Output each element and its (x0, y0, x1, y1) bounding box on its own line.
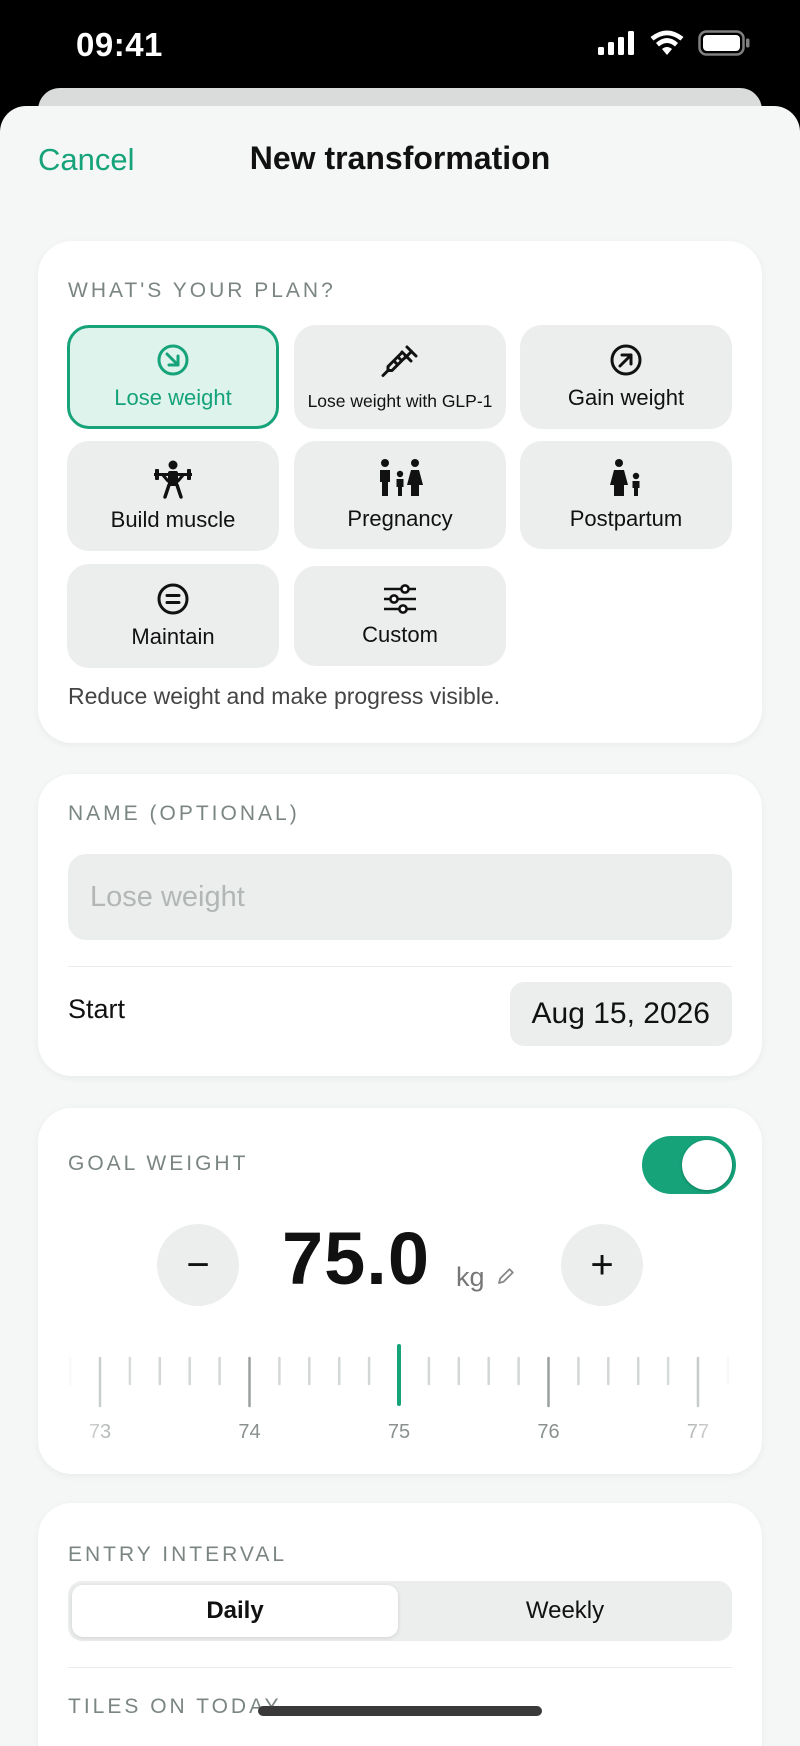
status-bar: 09:41 (0, 0, 800, 96)
goal-weight-unit: kg (456, 1262, 485, 1292)
pencil-icon[interactable] (496, 1266, 516, 1286)
start-label: Start (68, 994, 126, 1024)
plan-option-lose-weight[interactable]: Lose weight (67, 325, 279, 429)
page-title: New transformation (249, 140, 551, 176)
goal-weight-value[interactable]: 75.0 (282, 1216, 430, 1301)
plan-option-custom[interactable]: Custom (294, 566, 506, 666)
divider (68, 1667, 732, 1668)
plan-option-build-muscle[interactable]: Build muscle (67, 441, 279, 551)
divider (68, 966, 732, 967)
increase-weight-button[interactable]: + (561, 1224, 643, 1306)
name-input[interactable] (68, 854, 732, 940)
ruler-label: 75 (388, 1421, 410, 1443)
decrease-weight-button[interactable]: − (157, 1224, 239, 1306)
plan-option-label: Gain weight (567, 385, 685, 410)
goal-section-label: GOAL WEIGHT (68, 1152, 249, 1175)
ruler-label: 73 (89, 1421, 111, 1443)
ruler-label: 76 (537, 1421, 559, 1443)
start-date-picker[interactable]: Aug 15, 2026 (509, 982, 732, 1046)
wifi-icon (650, 30, 684, 55)
sliders-icon (384, 584, 416, 614)
plan-option-label: Postpartum (569, 506, 683, 531)
name-card: NAME (OPTIONAL) Start Aug 15, 2026 (38, 774, 762, 1076)
status-icons (598, 30, 750, 56)
plan-option-label: Maintain (131, 624, 215, 649)
plan-option-pregnancy[interactable]: Pregnancy (294, 441, 506, 549)
ruler-label: 74 (238, 1421, 260, 1443)
plan-option-postpartum[interactable]: Postpartum (520, 441, 732, 549)
parent-child-icon (610, 459, 640, 496)
home-indicator (258, 1706, 542, 1716)
plan-option-gain-weight[interactable]: Gain weight (520, 325, 732, 429)
arrow-up-right-circle-icon (610, 344, 642, 376)
family-icon (380, 459, 423, 496)
plan-option-label: Pregnancy (347, 506, 453, 531)
interval-section-label: ENTRY INTERVAL (68, 1543, 288, 1566)
goal-weight-toggle[interactable] (642, 1136, 736, 1194)
plan-option-lose-weight-glp1[interactable]: Lose weight with GLP-1 (294, 325, 506, 429)
equals-circle-icon (157, 583, 189, 615)
interval-segmented-control: Daily Weekly (68, 1581, 732, 1641)
status-time: 09:41 (76, 26, 163, 63)
weight-ruler[interactable]: 73 74 75 76 77 (38, 1328, 762, 1448)
ruler-label: 77 (687, 1421, 709, 1443)
syringe-icon (381, 345, 418, 377)
plan-option-label: Build muscle (110, 507, 236, 532)
weightlifter-icon (154, 460, 192, 499)
plan-card: WHAT'S YOUR PLAN? Lose weight Lose weigh… (38, 241, 762, 743)
toggle-knob (682, 1140, 732, 1190)
arrow-down-right-circle-icon (157, 344, 189, 376)
plan-option-label: Custom (362, 622, 438, 647)
battery-icon (698, 30, 750, 56)
plan-section-label: WHAT'S YOUR PLAN? (68, 279, 336, 302)
new-transformation-sheet: Cancel New transformation WHAT'S YOUR PL… (0, 106, 800, 1746)
goal-weight-card: GOAL WEIGHT − 75.0 kg + 73 74 75 76 77 (38, 1108, 762, 1474)
cellular-signal-icon (598, 31, 634, 55)
interval-option-weekly[interactable]: Weekly (402, 1585, 728, 1637)
tiles-section-label: TILES ON TODAY (68, 1695, 282, 1718)
plan-description: Reduce weight and make progress visible. (68, 683, 501, 709)
plan-option-label: Lose weight (114, 385, 232, 410)
navigation-bar: Cancel New transformation (0, 106, 800, 216)
plan-option-label: Lose weight with GLP-1 (307, 390, 493, 411)
plan-option-maintain[interactable]: Maintain (67, 564, 279, 668)
name-section-label: NAME (OPTIONAL) (68, 802, 300, 825)
interval-option-daily[interactable]: Daily (72, 1585, 398, 1637)
